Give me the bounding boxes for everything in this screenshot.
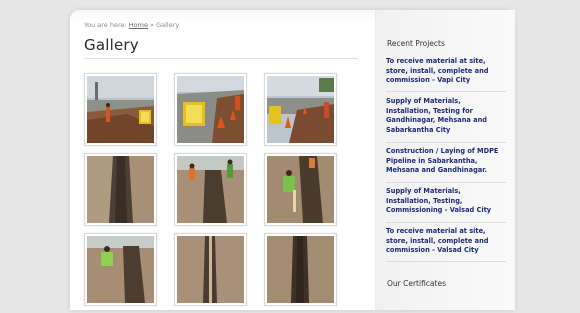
gallery-image-5[interactable] (174, 153, 247, 226)
gallery-image-2[interactable] (174, 73, 247, 146)
content-panel: You are here: Home » Gallery Gallery Rec… (70, 10, 515, 313)
gallery-image-4[interactable] (84, 153, 157, 226)
project-link-1-label[interactable]: To receive material at site, store, inst… (386, 57, 506, 86)
breadcrumb-current: Gallery (156, 21, 180, 29)
gallery-grid (84, 73, 354, 313)
project-link-2[interactable]: Supply of Materials, Installation, Testi… (386, 97, 506, 143)
site-photo-roadside-sign (177, 76, 244, 143)
breadcrumb-separator: » (150, 21, 155, 29)
project-link-1[interactable]: To receive material at site, store, inst… (386, 57, 506, 92)
site-photo-trench (87, 156, 154, 223)
gallery-image-9[interactable] (264, 233, 337, 306)
certificates-heading: Our Certificates (387, 279, 446, 288)
site-photo-deep-trench (267, 236, 334, 303)
site-photo-worker-digging (87, 236, 154, 303)
gallery-image-8[interactable] (174, 233, 247, 306)
site-photo-narrow-trench (177, 236, 244, 303)
project-link-4-label[interactable]: Supply of Materials, Installation, Testi… (386, 187, 506, 216)
project-link-5[interactable]: To receive material at site, store, inst… (386, 227, 506, 262)
project-link-2-label[interactable]: Supply of Materials, Installation, Testi… (386, 97, 506, 135)
site-photo-roadwork-cones (267, 76, 334, 143)
site-photo-worker-green-vest (267, 156, 334, 223)
project-link-3[interactable]: Construction / Laying of MDPE Pipeline i… (386, 147, 506, 183)
project-link-3-label[interactable]: Construction / Laying of MDPE Pipeline i… (386, 147, 506, 176)
recent-projects-heading: Recent Projects (387, 39, 445, 48)
breadcrumb-prefix: You are here: (84, 21, 127, 29)
page-title: Gallery (84, 36, 139, 54)
title-divider (84, 58, 358, 59)
breadcrumb: You are here: Home » Gallery (84, 21, 179, 29)
gallery-image-6[interactable] (264, 153, 337, 226)
site-photo-workers-trench (177, 156, 244, 223)
sidebar: Recent Projects To receive material at s… (375, 10, 515, 310)
project-link-5-label[interactable]: To receive material at site, store, inst… (386, 227, 506, 256)
project-link-4[interactable]: Supply of Materials, Installation, Testi… (386, 187, 506, 223)
gallery-image-7[interactable] (84, 233, 157, 306)
gallery-image-1[interactable] (84, 73, 157, 146)
breadcrumb-home-link[interactable]: Home (129, 21, 148, 29)
site-photo-street-digging (87, 76, 154, 143)
gallery-image-3[interactable] (264, 73, 337, 146)
